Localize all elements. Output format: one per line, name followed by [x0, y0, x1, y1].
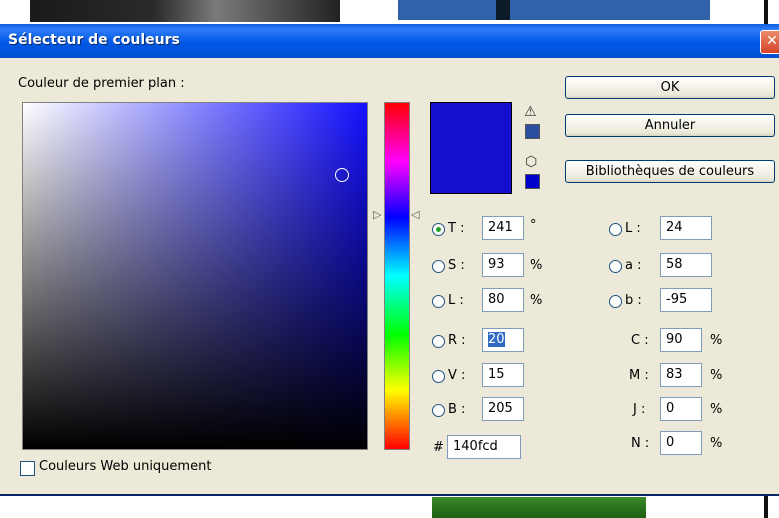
yellow-input[interactable]: 0: [660, 397, 702, 421]
close-button[interactable]: ✕: [760, 30, 779, 54]
web-safe-swatch[interactable]: [525, 174, 540, 189]
gamut-warning-icon[interactable]: ⚠: [524, 104, 537, 120]
saturation-radio[interactable]: [432, 260, 445, 273]
yellow-label: J :: [633, 402, 646, 417]
close-icon: ✕: [766, 33, 778, 49]
magenta-input[interactable]: 83: [660, 363, 702, 387]
hue-input[interactable]: 241: [482, 216, 524, 240]
lab-a-input[interactable]: 58: [660, 253, 712, 277]
color-picker-dialog: Sélecteur de couleurs ✕ Couleur de premi…: [0, 24, 779, 496]
cancel-button[interactable]: Annuler: [565, 114, 775, 137]
hex-label: #: [433, 440, 444, 455]
foreground-color-label: Couleur de premier plan :: [18, 76, 185, 91]
yellow-unit: %: [710, 402, 723, 417]
background-window-fragment: [30, 0, 340, 22]
blue-input[interactable]: 205: [482, 397, 524, 421]
hex-input[interactable]: 140fcd: [447, 435, 521, 459]
hue-label: T :: [448, 221, 465, 236]
lab-a-radio[interactable]: [609, 260, 622, 273]
lab-l-input[interactable]: 24: [660, 216, 712, 240]
green-input[interactable]: 15: [482, 363, 524, 387]
color-field[interactable]: [22, 102, 368, 450]
cyan-unit: %: [710, 333, 723, 348]
saturation-input[interactable]: 93: [482, 253, 524, 277]
title-bar[interactable]: Sélecteur de couleurs ✕: [0, 24, 779, 58]
black-label: N :: [631, 436, 650, 451]
magenta-label: M :: [629, 368, 649, 383]
saturation-label: S :: [448, 258, 465, 273]
color-libraries-button[interactable]: Bibliothèques de couleurs: [565, 160, 775, 183]
background-window-fragment: [398, 0, 710, 20]
ok-button[interactable]: OK: [565, 76, 775, 99]
new-color-swatch: [430, 102, 512, 194]
red-radio[interactable]: [432, 335, 445, 348]
hue-slider-left-arrow[interactable]: ▷: [373, 209, 381, 220]
brightness-label: L :: [448, 293, 464, 308]
red-label: R :: [448, 333, 466, 348]
saturation-unit: %: [530, 258, 543, 273]
dialog-title: Sélecteur de couleurs: [8, 32, 180, 48]
hue-radio[interactable]: [432, 223, 445, 236]
cyan-input[interactable]: 90: [660, 328, 702, 352]
lab-b-label: b :: [625, 293, 642, 308]
hue-unit: °: [530, 218, 537, 233]
black-unit: %: [710, 436, 723, 451]
lab-l-radio[interactable]: [609, 223, 622, 236]
cyan-label: C :: [631, 333, 649, 348]
web-only-checkbox[interactable]: [20, 461, 35, 476]
black-input[interactable]: 0: [660, 431, 702, 455]
lab-l-label: L :: [625, 221, 641, 236]
hue-slider-right-arrow[interactable]: ◁: [411, 209, 419, 220]
green-radio[interactable]: [432, 370, 445, 383]
blue-label: B :: [448, 402, 466, 417]
web-safe-icon[interactable]: ⬡: [525, 154, 537, 170]
green-label: V :: [448, 368, 466, 383]
gamut-correction-swatch[interactable]: [525, 124, 540, 139]
color-field-picker[interactable]: [335, 168, 349, 182]
web-only-label: Couleurs Web uniquement: [39, 459, 212, 474]
background-window-fragment: [496, 0, 510, 20]
lab-b-radio[interactable]: [609, 295, 622, 308]
brightness-radio[interactable]: [432, 295, 445, 308]
blue-radio[interactable]: [432, 404, 445, 417]
hue-slider[interactable]: [384, 102, 410, 450]
magenta-unit: %: [710, 368, 723, 383]
red-input[interactable]: 20: [482, 328, 524, 352]
brightness-unit: %: [530, 293, 543, 308]
lab-b-input[interactable]: -95: [660, 288, 712, 312]
lab-a-label: a :: [625, 258, 642, 273]
background-window-fragment: [432, 497, 646, 518]
brightness-input[interactable]: 80: [482, 288, 524, 312]
